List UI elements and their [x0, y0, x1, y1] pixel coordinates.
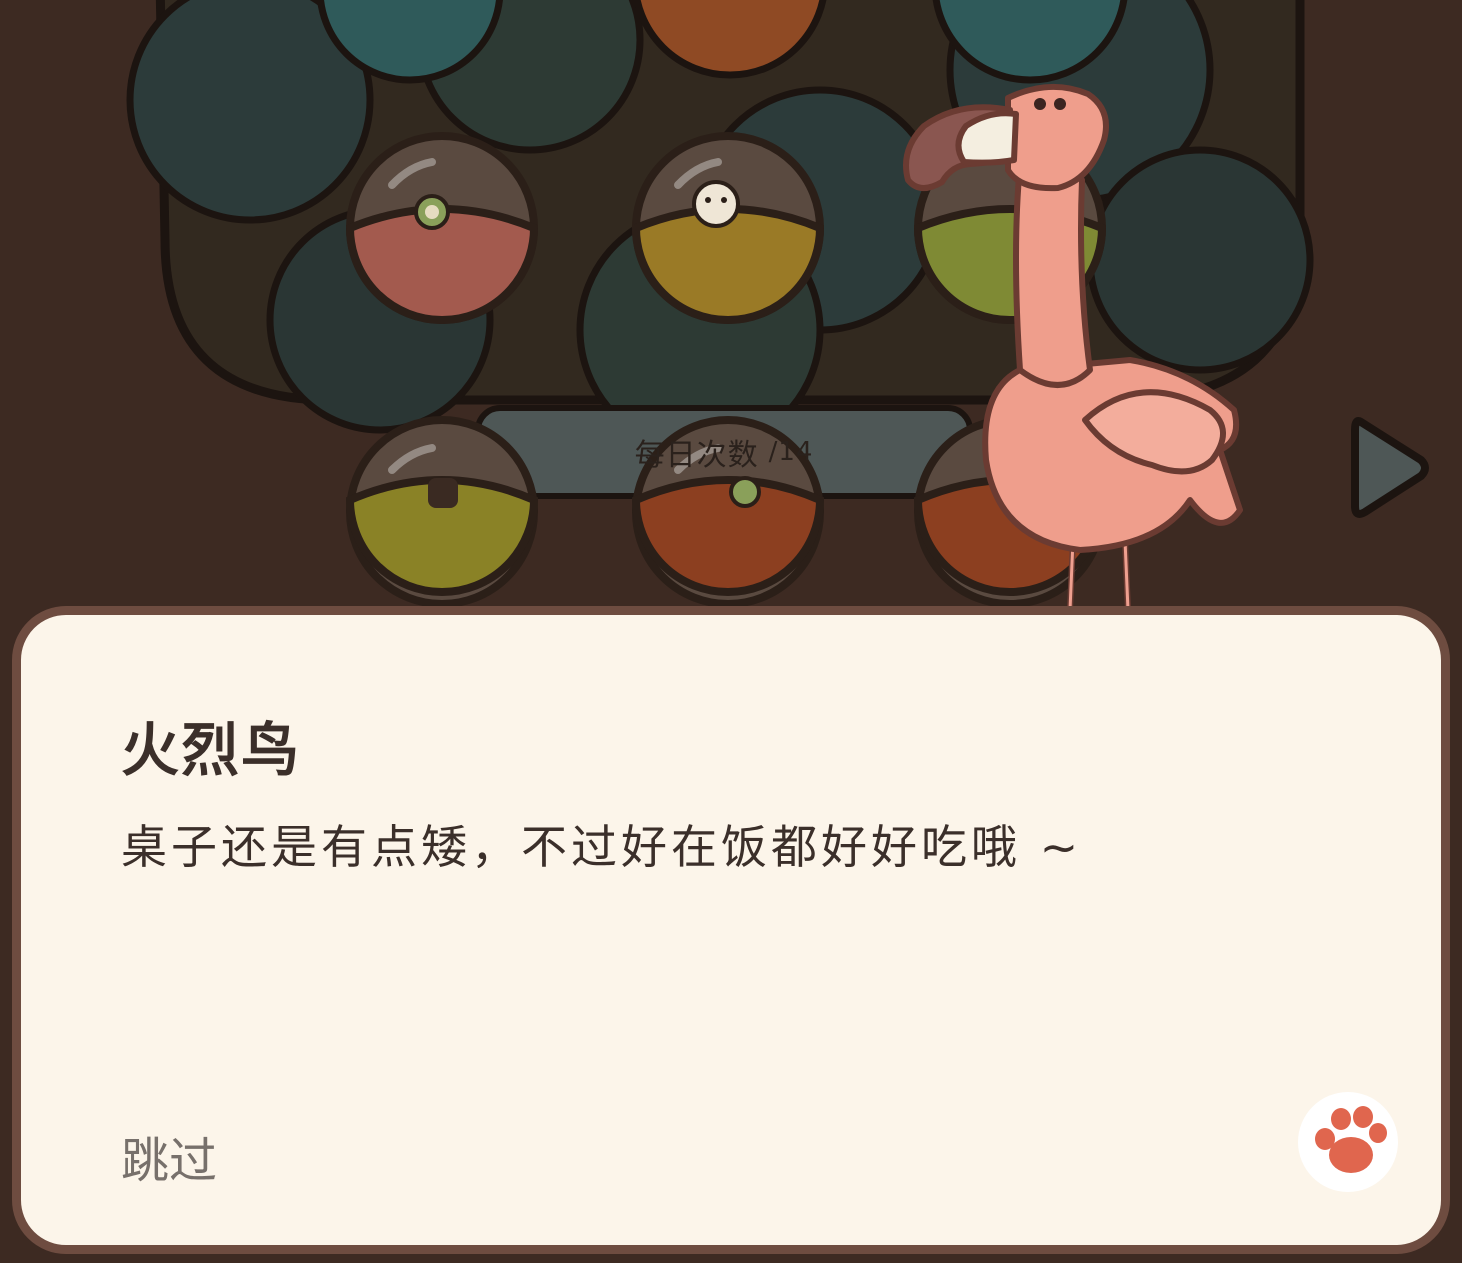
- dialogue-box[interactable]: 火烈鸟 桌子还是有点矮，不过好在饭都好好吃哦 ~ 跳过: [12, 606, 1450, 1254]
- daily-count-value: /14: [768, 437, 814, 467]
- speaker-name: 火烈鸟: [121, 716, 302, 784]
- dialogue-text: 桌子还是有点矮，不过好在饭都好好吃哦 ~: [121, 820, 1083, 874]
- next-page-button[interactable]: [1345, 408, 1435, 528]
- skip-button[interactable]: 跳过: [121, 1121, 217, 1191]
- paw-icon[interactable]: [1293, 1087, 1403, 1197]
- triangle-right-icon: [1351, 417, 1429, 518]
- flamingo-character: [903, 83, 1243, 610]
- daily-count-label: 每日次数: [634, 438, 759, 473]
